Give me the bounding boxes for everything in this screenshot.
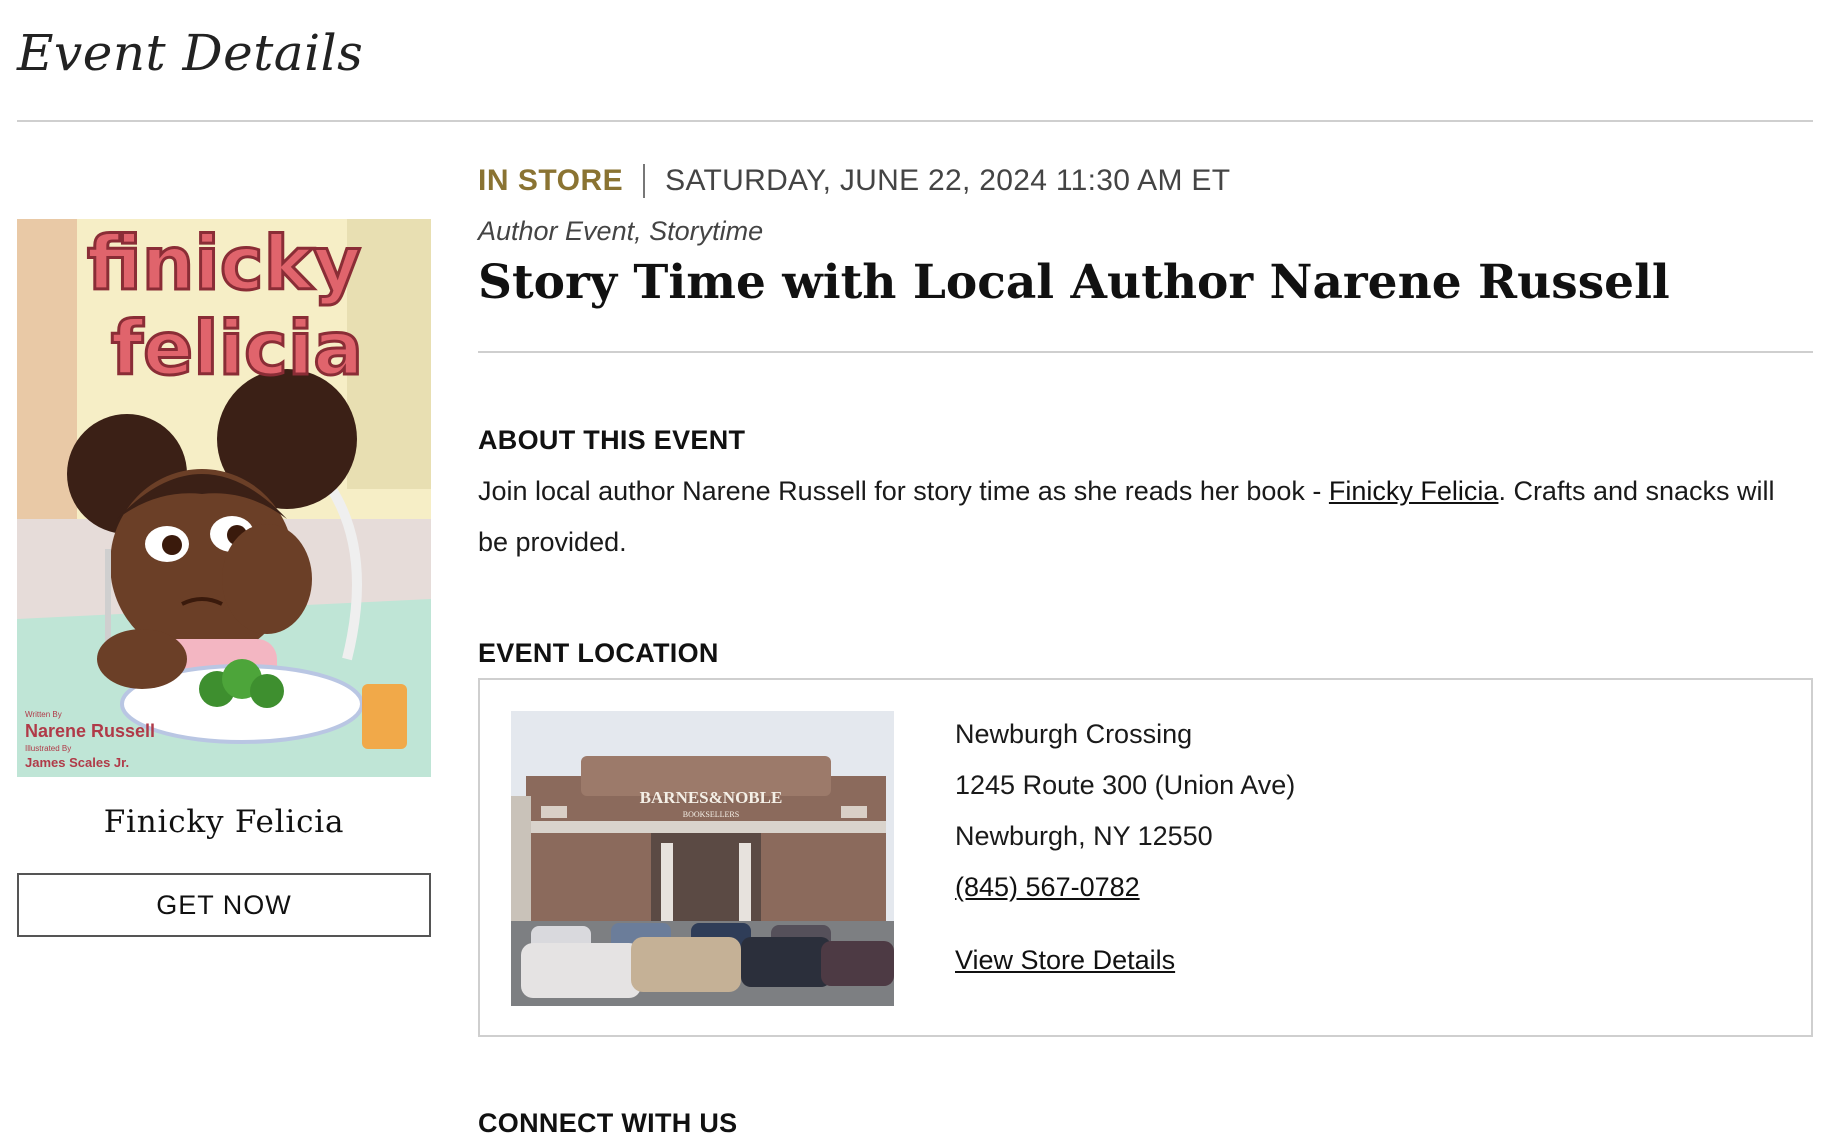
cover-title-line2: felicia [111, 306, 363, 392]
view-store-details-link[interactable]: View Store Details [955, 945, 1175, 976]
book-cover-image[interactable]: finicky felicia Written By Narene Russel… [17, 219, 431, 777]
about-heading: ABOUT THIS EVENT [478, 425, 746, 455]
store-address-line2: Newburgh, NY 12550 [955, 821, 1213, 851]
book-title[interactable]: Finicky Felicia [17, 804, 431, 840]
cover-author: Narene Russell [25, 721, 155, 741]
cover-illustrated-by: Illustrated By [25, 744, 71, 753]
get-now-button[interactable]: GET NOW [17, 873, 431, 937]
header-divider [17, 120, 1813, 122]
event-format-badge: IN STORE [478, 164, 624, 197]
meta-separator [643, 164, 646, 198]
location-heading: EVENT LOCATION [478, 638, 719, 668]
cover-written-by: Written By [25, 710, 62, 719]
store-phone-link[interactable]: (845) 567-0782 [955, 872, 1140, 902]
title-divider [478, 351, 1813, 353]
about-description: Join local author Narene Russell for sto… [478, 466, 1808, 568]
book-link[interactable]: Finicky Felicia [1329, 476, 1499, 506]
about-text-start: Join local author Narene Russell for sto… [478, 476, 1329, 506]
event-title: Story Time with Local Author Narene Russ… [478, 255, 1670, 310]
store-sign: BARNES&NOBLE [640, 788, 783, 807]
event-categories: Author Event, Storytime [478, 216, 764, 246]
store-address-block: Newburgh Crossing 1245 Route 300 (Union … [955, 714, 1295, 918]
event-meta: IN STORE SATURDAY, JUNE 22, 2024 11:30 A… [478, 164, 1230, 198]
store-sign-sub: BOOKSELLERS [683, 810, 739, 819]
store-photo: BARNES&NOBLE BOOKSELLERS [511, 711, 894, 1006]
event-datetime: SATURDAY, JUNE 22, 2024 11:30 AM ET [665, 164, 1231, 197]
connect-heading: CONNECT WITH US [478, 1108, 738, 1138]
cover-illustrator: James Scales Jr. [25, 755, 129, 770]
store-card: BARNES&NOBLE BOOKSELLERS Newburgh Crossi… [478, 678, 1813, 1037]
store-address-line1: 1245 Route 300 (Union Ave) [955, 770, 1296, 800]
cover-title-line1: finicky [87, 221, 361, 307]
page-title: Event Details [17, 24, 364, 82]
store-name: Newburgh Crossing [955, 719, 1193, 749]
